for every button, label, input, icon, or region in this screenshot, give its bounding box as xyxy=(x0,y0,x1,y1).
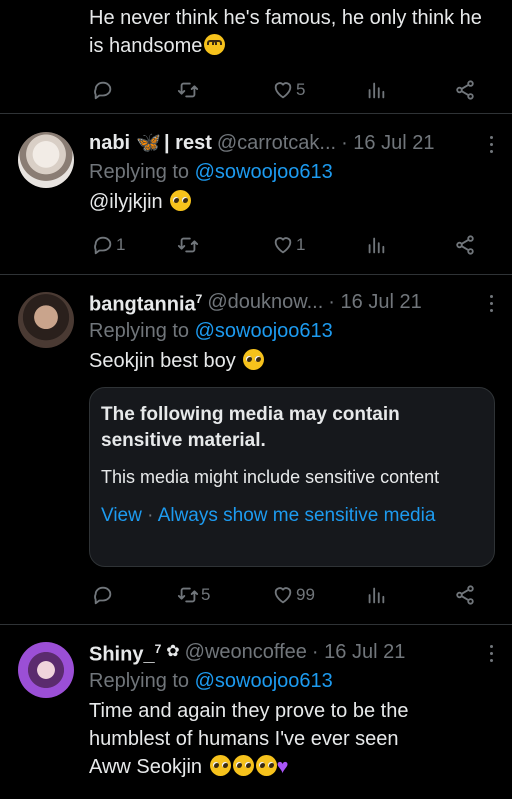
display-name[interactable]: Shiny_7 xyxy=(89,636,161,668)
reply-button[interactable] xyxy=(92,79,114,101)
timestamp[interactable]: · 16 Jul 21 xyxy=(341,130,434,156)
tweet-text: Seokjin best boy xyxy=(89,347,496,375)
display-name-suffix: | rest xyxy=(164,132,212,154)
always-show-link[interactable]: Always show me sensitive media xyxy=(158,505,436,526)
pleading-face-emoji xyxy=(170,190,192,211)
reply-icon xyxy=(94,81,112,100)
laughing-emoji xyxy=(204,34,226,55)
pleading-face-emoji xyxy=(209,755,231,776)
retweet-icon xyxy=(177,82,199,98)
pleading-face-emoji xyxy=(232,755,254,776)
tweet-text: @ilyjkjin xyxy=(89,188,496,216)
tweet[interactable]: bangtannia7 @douknow... · 16 Jul 21 Repl… xyxy=(0,275,512,625)
handle[interactable]: @douknow... xyxy=(207,289,323,315)
tweet-text: Time and again they prove to be the humb… xyxy=(89,700,409,778)
sensitive-title: The following media may contain sensitiv… xyxy=(101,404,400,451)
retweet-icon xyxy=(177,237,199,253)
view-link[interactable]: View xyxy=(101,505,142,526)
reply-icon xyxy=(94,236,112,255)
avatar[interactable] xyxy=(18,132,74,188)
share-button[interactable] xyxy=(454,234,476,256)
like-count: 1 xyxy=(296,235,306,254)
mention-link[interactable]: @sowoojoo613 xyxy=(195,161,333,183)
like-button[interactable]: 1 xyxy=(272,234,305,256)
like-button[interactable]: 5 xyxy=(272,79,305,101)
tweet-actions: 1 1 xyxy=(89,231,489,259)
views-icon xyxy=(368,82,385,99)
tweet-actions: 5 99 xyxy=(89,581,489,609)
like-count: 99 xyxy=(296,585,315,604)
pleading-face-emoji xyxy=(243,349,265,370)
views-button[interactable] xyxy=(365,584,387,606)
share-button[interactable] xyxy=(454,584,476,606)
like-button[interactable]: 99 xyxy=(272,584,315,606)
views-button[interactable] xyxy=(365,79,387,101)
reply-button[interactable]: 1 xyxy=(92,234,125,256)
heart-icon xyxy=(274,82,292,99)
reply-count: 1 xyxy=(116,235,126,254)
share-button[interactable] xyxy=(454,79,476,101)
tweet-header: Shiny_7 ✿ @weoncoffee · 16 Jul 21 xyxy=(89,636,496,668)
more-options-icon[interactable] xyxy=(488,134,494,155)
handle[interactable]: @carrotcak... xyxy=(217,130,336,156)
sensitive-media-warning: The following media may contain sensitiv… xyxy=(89,387,495,567)
reply-button[interactable] xyxy=(92,584,114,606)
retweet-icon xyxy=(177,587,199,603)
share-icon xyxy=(456,585,474,605)
tweet-header: nabi 🦋 | rest @carrotcak... · 16 Jul 21 xyxy=(89,130,496,156)
mention-link[interactable]: @sowoojoo613 xyxy=(195,670,333,692)
sensitive-body: This media might include sensitive conte… xyxy=(101,467,440,487)
timestamp[interactable]: · 16 Jul 21 xyxy=(312,639,405,665)
share-icon xyxy=(456,235,474,255)
butterfly-icon: 🦋 xyxy=(136,132,162,154)
like-count: 5 xyxy=(296,80,306,99)
handle[interactable]: @weoncoffee xyxy=(185,639,307,665)
retweet-button[interactable]: 5 xyxy=(177,584,210,606)
tweet-actions: 5 xyxy=(89,76,489,104)
retweet-button[interactable] xyxy=(177,234,199,256)
tweet-text: He never think he's famous, he only thin… xyxy=(89,7,482,57)
retweet-count: 5 xyxy=(201,585,211,604)
timestamp[interactable]: · 16 Jul 21 xyxy=(328,289,421,315)
views-button[interactable] xyxy=(365,234,387,256)
avatar[interactable] xyxy=(18,642,74,698)
display-name[interactable]: nabi xyxy=(89,130,130,156)
heart-icon xyxy=(274,237,292,254)
mention-link[interactable]: @sowoojoo613 xyxy=(195,320,333,342)
more-options-icon[interactable] xyxy=(488,643,494,664)
tweet[interactable]: He never think he's famous, he only thin… xyxy=(0,0,512,114)
tweet[interactable]: Shiny_7 ✿ @weoncoffee · 16 Jul 21 Replyi… xyxy=(0,625,512,799)
sensitive-links: View · Always show me sensitive media xyxy=(101,505,436,526)
replying-to: Replying to @sowoojoo613 xyxy=(89,161,333,183)
display-name[interactable]: bangtannia7 xyxy=(89,286,202,318)
pleading-face-emoji xyxy=(255,755,277,776)
tweet-header: bangtannia7 @douknow... · 16 Jul 21 xyxy=(89,286,496,318)
tweet[interactable]: nabi 🦋 | rest @carrotcak... · 16 Jul 21 … xyxy=(0,114,512,275)
purple-heart-icon: ♥ xyxy=(276,756,289,778)
replying-to: Replying to @sowoojoo613 xyxy=(89,670,333,692)
retweet-button[interactable] xyxy=(177,79,199,101)
flower-icon: ✿ xyxy=(166,643,180,660)
views-icon xyxy=(368,237,385,254)
views-icon xyxy=(368,587,385,604)
heart-icon xyxy=(274,587,292,604)
reply-icon xyxy=(94,586,112,605)
avatar[interactable] xyxy=(18,292,74,348)
more-options-icon[interactable] xyxy=(488,293,494,314)
share-icon xyxy=(456,80,474,100)
replying-to: Replying to @sowoojoo613 xyxy=(89,320,333,342)
